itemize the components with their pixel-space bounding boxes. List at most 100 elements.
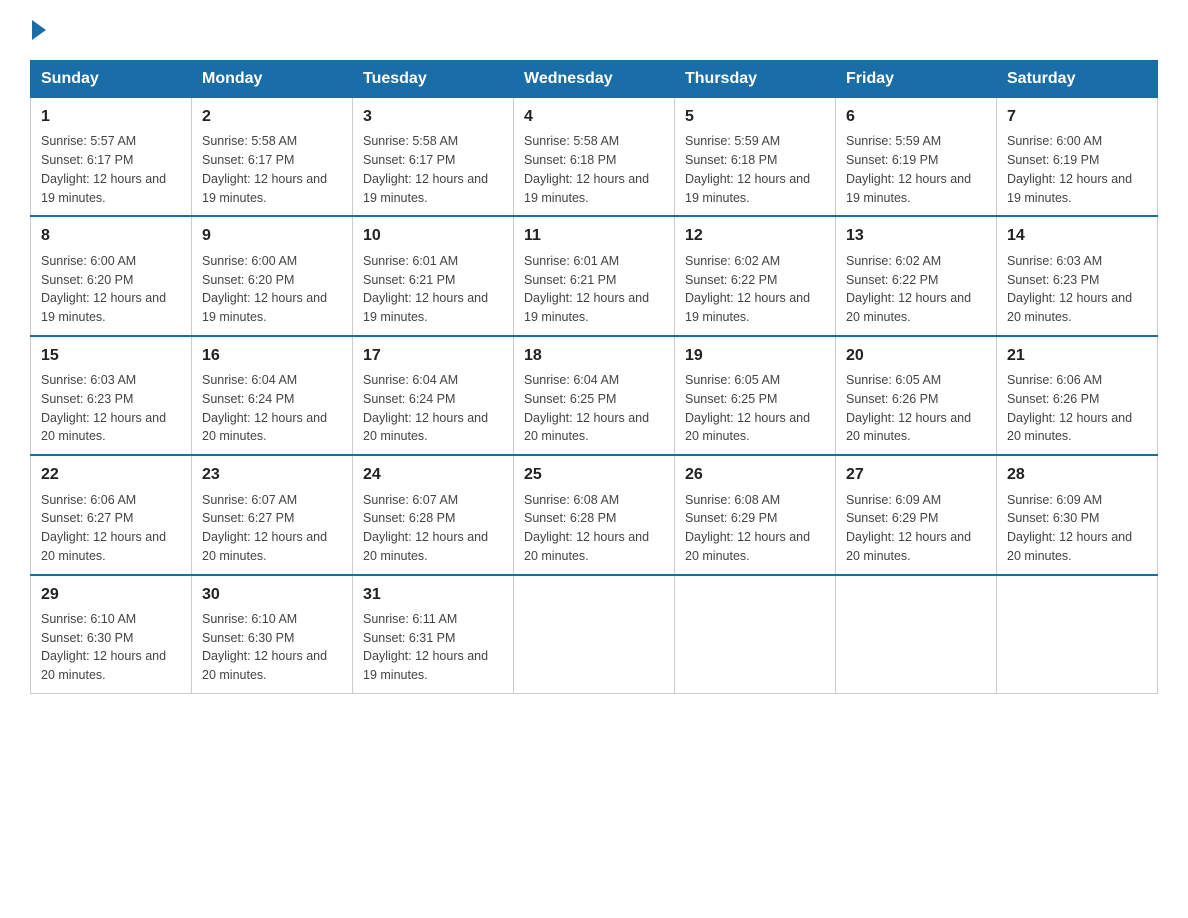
calendar-day-cell (997, 575, 1158, 694)
day-number: 12 (685, 225, 825, 247)
calendar-day-cell (836, 575, 997, 694)
calendar-day-cell: 12 Sunrise: 6:02 AMSunset: 6:22 PMDaylig… (675, 216, 836, 335)
day-number: 17 (363, 345, 503, 367)
calendar-day-cell: 8 Sunrise: 6:00 AMSunset: 6:20 PMDayligh… (31, 216, 192, 335)
day-info: Sunrise: 6:09 AMSunset: 6:29 PMDaylight:… (846, 493, 971, 563)
day-number: 21 (1007, 345, 1147, 367)
day-number: 11 (524, 225, 664, 247)
calendar-day-cell: 7 Sunrise: 6:00 AMSunset: 6:19 PMDayligh… (997, 97, 1158, 216)
calendar-day-cell: 6 Sunrise: 5:59 AMSunset: 6:19 PMDayligh… (836, 97, 997, 216)
day-info: Sunrise: 6:02 AMSunset: 6:22 PMDaylight:… (846, 254, 971, 324)
day-number: 16 (202, 345, 342, 367)
day-info: Sunrise: 6:04 AMSunset: 6:24 PMDaylight:… (202, 373, 327, 443)
day-info: Sunrise: 6:00 AMSunset: 6:20 PMDaylight:… (202, 254, 327, 324)
calendar-day-header: Saturday (997, 61, 1158, 97)
day-info: Sunrise: 6:03 AMSunset: 6:23 PMDaylight:… (41, 373, 166, 443)
calendar-header-row: SundayMondayTuesdayWednesdayThursdayFrid… (31, 61, 1158, 97)
day-number: 19 (685, 345, 825, 367)
calendar-day-cell: 19 Sunrise: 6:05 AMSunset: 6:25 PMDaylig… (675, 336, 836, 455)
calendar-week-row: 15 Sunrise: 6:03 AMSunset: 6:23 PMDaylig… (31, 336, 1158, 455)
calendar-day-cell: 18 Sunrise: 6:04 AMSunset: 6:25 PMDaylig… (514, 336, 675, 455)
logo (30, 20, 48, 40)
day-number: 26 (685, 464, 825, 486)
day-info: Sunrise: 6:03 AMSunset: 6:23 PMDaylight:… (1007, 254, 1132, 324)
day-info: Sunrise: 6:06 AMSunset: 6:27 PMDaylight:… (41, 493, 166, 563)
calendar-day-cell: 28 Sunrise: 6:09 AMSunset: 6:30 PMDaylig… (997, 455, 1158, 574)
calendar-day-cell: 10 Sunrise: 6:01 AMSunset: 6:21 PMDaylig… (353, 216, 514, 335)
calendar-day-cell: 4 Sunrise: 5:58 AMSunset: 6:18 PMDayligh… (514, 97, 675, 216)
calendar-day-cell: 3 Sunrise: 5:58 AMSunset: 6:17 PMDayligh… (353, 97, 514, 216)
day-info: Sunrise: 6:02 AMSunset: 6:22 PMDaylight:… (685, 254, 810, 324)
logo-arrow-icon (32, 20, 46, 40)
day-info: Sunrise: 5:58 AMSunset: 6:17 PMDaylight:… (363, 134, 488, 204)
day-number: 8 (41, 225, 181, 247)
calendar-day-cell (675, 575, 836, 694)
calendar-day-cell: 29 Sunrise: 6:10 AMSunset: 6:30 PMDaylig… (31, 575, 192, 694)
day-number: 23 (202, 464, 342, 486)
day-number: 9 (202, 225, 342, 247)
calendar-table: SundayMondayTuesdayWednesdayThursdayFrid… (30, 60, 1158, 694)
day-number: 25 (524, 464, 664, 486)
calendar-day-cell: 22 Sunrise: 6:06 AMSunset: 6:27 PMDaylig… (31, 455, 192, 574)
day-info: Sunrise: 6:09 AMSunset: 6:30 PMDaylight:… (1007, 493, 1132, 563)
day-info: Sunrise: 6:11 AMSunset: 6:31 PMDaylight:… (363, 612, 488, 682)
day-info: Sunrise: 6:05 AMSunset: 6:25 PMDaylight:… (685, 373, 810, 443)
day-number: 18 (524, 345, 664, 367)
day-info: Sunrise: 6:08 AMSunset: 6:28 PMDaylight:… (524, 493, 649, 563)
day-number: 3 (363, 106, 503, 128)
calendar-day-cell: 17 Sunrise: 6:04 AMSunset: 6:24 PMDaylig… (353, 336, 514, 455)
calendar-week-row: 8 Sunrise: 6:00 AMSunset: 6:20 PMDayligh… (31, 216, 1158, 335)
day-info: Sunrise: 6:10 AMSunset: 6:30 PMDaylight:… (202, 612, 327, 682)
calendar-day-cell: 5 Sunrise: 5:59 AMSunset: 6:18 PMDayligh… (675, 97, 836, 216)
calendar-day-header: Wednesday (514, 61, 675, 97)
day-info: Sunrise: 6:00 AMSunset: 6:20 PMDaylight:… (41, 254, 166, 324)
calendar-day-cell: 14 Sunrise: 6:03 AMSunset: 6:23 PMDaylig… (997, 216, 1158, 335)
day-info: Sunrise: 6:04 AMSunset: 6:24 PMDaylight:… (363, 373, 488, 443)
day-info: Sunrise: 6:07 AMSunset: 6:28 PMDaylight:… (363, 493, 488, 563)
day-number: 2 (202, 106, 342, 128)
day-number: 1 (41, 106, 181, 128)
calendar-day-cell: 1 Sunrise: 5:57 AMSunset: 6:17 PMDayligh… (31, 97, 192, 216)
day-info: Sunrise: 6:10 AMSunset: 6:30 PMDaylight:… (41, 612, 166, 682)
calendar-day-cell: 31 Sunrise: 6:11 AMSunset: 6:31 PMDaylig… (353, 575, 514, 694)
day-info: Sunrise: 6:04 AMSunset: 6:25 PMDaylight:… (524, 373, 649, 443)
day-info: Sunrise: 6:08 AMSunset: 6:29 PMDaylight:… (685, 493, 810, 563)
day-info: Sunrise: 5:58 AMSunset: 6:17 PMDaylight:… (202, 134, 327, 204)
day-number: 20 (846, 345, 986, 367)
calendar-day-cell: 21 Sunrise: 6:06 AMSunset: 6:26 PMDaylig… (997, 336, 1158, 455)
day-info: Sunrise: 6:01 AMSunset: 6:21 PMDaylight:… (363, 254, 488, 324)
day-info: Sunrise: 5:59 AMSunset: 6:18 PMDaylight:… (685, 134, 810, 204)
calendar-day-cell: 9 Sunrise: 6:00 AMSunset: 6:20 PMDayligh… (192, 216, 353, 335)
day-number: 5 (685, 106, 825, 128)
calendar-day-cell: 30 Sunrise: 6:10 AMSunset: 6:30 PMDaylig… (192, 575, 353, 694)
calendar-day-cell: 26 Sunrise: 6:08 AMSunset: 6:29 PMDaylig… (675, 455, 836, 574)
calendar-day-cell: 27 Sunrise: 6:09 AMSunset: 6:29 PMDaylig… (836, 455, 997, 574)
day-number: 13 (846, 225, 986, 247)
calendar-day-header: Friday (836, 61, 997, 97)
day-number: 24 (363, 464, 503, 486)
day-number: 7 (1007, 106, 1147, 128)
day-number: 4 (524, 106, 664, 128)
day-info: Sunrise: 6:07 AMSunset: 6:27 PMDaylight:… (202, 493, 327, 563)
day-info: Sunrise: 6:05 AMSunset: 6:26 PMDaylight:… (846, 373, 971, 443)
day-info: Sunrise: 6:00 AMSunset: 6:19 PMDaylight:… (1007, 134, 1132, 204)
day-number: 15 (41, 345, 181, 367)
calendar-week-row: 22 Sunrise: 6:06 AMSunset: 6:27 PMDaylig… (31, 455, 1158, 574)
calendar-day-cell: 23 Sunrise: 6:07 AMSunset: 6:27 PMDaylig… (192, 455, 353, 574)
calendar-day-cell: 11 Sunrise: 6:01 AMSunset: 6:21 PMDaylig… (514, 216, 675, 335)
calendar-day-header: Monday (192, 61, 353, 97)
day-info: Sunrise: 6:01 AMSunset: 6:21 PMDaylight:… (524, 254, 649, 324)
calendar-day-cell: 15 Sunrise: 6:03 AMSunset: 6:23 PMDaylig… (31, 336, 192, 455)
calendar-day-cell: 24 Sunrise: 6:07 AMSunset: 6:28 PMDaylig… (353, 455, 514, 574)
calendar-day-header: Tuesday (353, 61, 514, 97)
day-number: 29 (41, 584, 181, 606)
calendar-week-row: 29 Sunrise: 6:10 AMSunset: 6:30 PMDaylig… (31, 575, 1158, 694)
page-header (30, 20, 1158, 40)
calendar-day-cell: 16 Sunrise: 6:04 AMSunset: 6:24 PMDaylig… (192, 336, 353, 455)
day-number: 31 (363, 584, 503, 606)
calendar-week-row: 1 Sunrise: 5:57 AMSunset: 6:17 PMDayligh… (31, 97, 1158, 216)
day-number: 28 (1007, 464, 1147, 486)
day-number: 14 (1007, 225, 1147, 247)
day-number: 10 (363, 225, 503, 247)
day-number: 6 (846, 106, 986, 128)
